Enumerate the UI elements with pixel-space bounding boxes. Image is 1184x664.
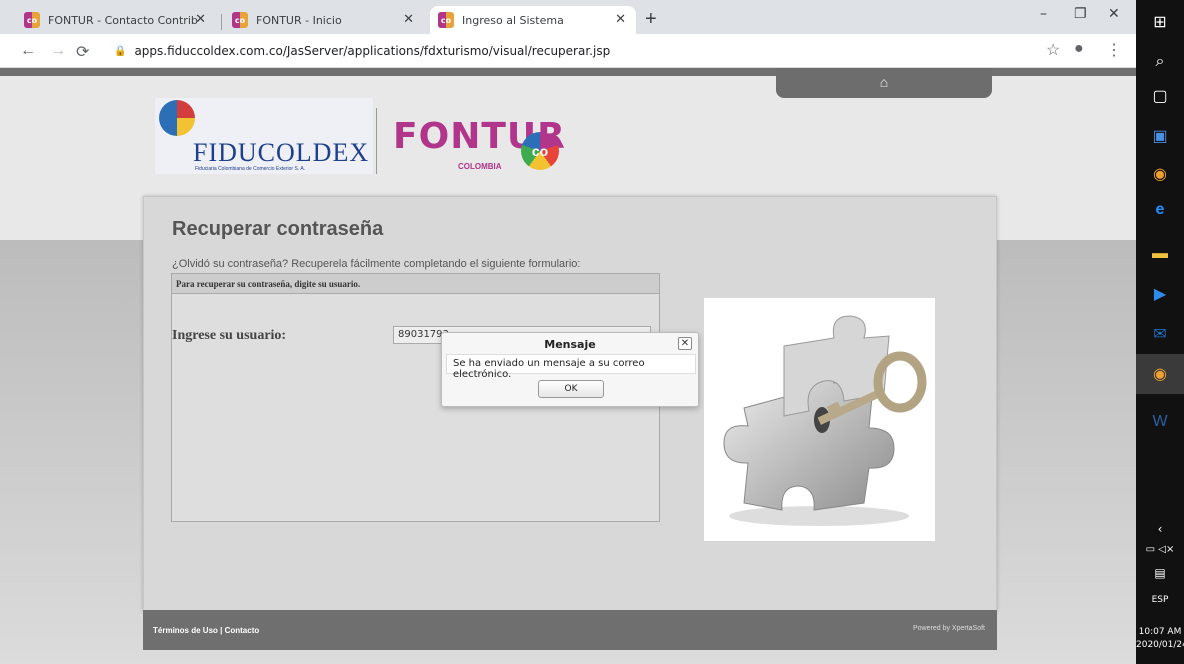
dialog-title: Mensaje — [544, 338, 596, 351]
back-arrow-icon[interactable]: ← — [20, 42, 36, 60]
word-icon[interactable]: W — [1148, 410, 1172, 434]
task-view-icon[interactable]: ▢ — [1148, 84, 1172, 108]
clock-date[interactable]: 2020/01/24 — [1136, 640, 1184, 650]
co-icon: co — [232, 12, 248, 28]
home-bar: ⌂ — [776, 68, 992, 98]
message-dialog: Mensaje ✕ Se ha enviado un mensaje a su … — [441, 332, 699, 407]
tab-close-icon[interactable]: ✕ — [403, 12, 414, 27]
fontur-sub: COLOMBIA — [458, 162, 502, 171]
chrome-icon[interactable]: ◉ — [1148, 162, 1172, 186]
footer-links[interactable]: Términos de Uso | Contacto — [153, 626, 259, 635]
file-explorer-icon[interactable]: ▬ — [1148, 242, 1172, 266]
co-icon: co — [438, 12, 454, 28]
minimize-button[interactable]: – — [1040, 6, 1047, 22]
tab-close-icon[interactable]: ✕ — [195, 12, 206, 27]
windows-start-icon[interactable]: ⊞ — [1148, 10, 1172, 34]
form-box-header: Para recuperar su contraseña, digite su … — [172, 274, 659, 294]
address-bar[interactable]: 🔒 apps.fiduccoldex.com.co/JasServer/appl… — [100, 37, 1120, 65]
tab-ingreso[interactable]: co Ingreso al Sistema ✕ — [430, 6, 636, 34]
language-indicator[interactable]: ESP — [1136, 595, 1184, 605]
windows-taskbar: ⊞ ⌕ ▢ ▣ ◉ e ▬ ▶ ✉ ◉ W ‹ ▭ ◁× ▤ ESP 10:07… — [1136, 0, 1184, 664]
fiduccoldex-logo: FIDUCOLDEX Fiduciaria Colombiana de Come… — [155, 98, 373, 174]
home-icon[interactable]: ⌂ — [880, 74, 888, 98]
menu-dots-icon[interactable]: ⋮ — [1106, 40, 1122, 60]
clock-time[interactable]: 10:07 AM — [1136, 627, 1184, 637]
fidu-mark-icon — [159, 100, 195, 136]
media-app-icon[interactable]: ▶ — [1148, 282, 1172, 306]
dialog-message: Se ha enviado un mensaje a su correo ele… — [446, 354, 696, 380]
url-text: apps.fiduccoldex.com.co/JasServer/applic… — [134, 44, 611, 58]
logo-divider — [376, 108, 377, 174]
puzzle-key-image — [704, 298, 935, 541]
powered-by: Powered by XpertaSoft — [913, 625, 985, 632]
restore-button[interactable]: ❐ — [1074, 6, 1087, 22]
ie-icon[interactable]: e — [1148, 198, 1172, 222]
forward-arrow-icon[interactable]: → — [50, 42, 66, 60]
bookmark-star-icon[interactable]: ☆ — [1046, 40, 1060, 60]
tab-title: Ingreso al Sistema — [462, 13, 564, 27]
new-tab-button[interactable]: + — [645, 8, 657, 31]
ok-button[interactable]: OK — [538, 380, 604, 398]
chrome-active-icon[interactable]: ◉ — [1148, 362, 1172, 386]
tab-divider — [221, 14, 222, 30]
outlook-icon[interactable]: ✉ — [1148, 322, 1172, 346]
intro-text: ¿Olvidó su contraseña? Recuperela fácilm… — [172, 258, 581, 270]
tab-title: FONTUR - Contacto Contribución — [48, 13, 198, 27]
user-label: Ingrese su usuario: — [172, 328, 287, 343]
profile-icon[interactable]: ● — [1074, 40, 1084, 58]
dialog-close-icon[interactable]: ✕ — [678, 337, 692, 350]
network-volume-icon[interactable]: ▭ ◁× — [1136, 544, 1184, 555]
chevron-left-icon[interactable]: ‹ — [1136, 522, 1184, 536]
tab-inicio[interactable]: co FONTUR - Inicio ✕ — [224, 6, 424, 34]
page-title: Recuperar contraseña — [172, 218, 384, 240]
lock-icon: 🔒 — [114, 45, 127, 57]
tab-title: FONTUR - Inicio — [256, 13, 342, 27]
co-icon: co — [24, 12, 40, 28]
close-window-button[interactable]: ✕ — [1108, 6, 1120, 22]
network-app-icon[interactable]: ▣ — [1148, 124, 1172, 148]
browser-toolbar: ← → ⟳ 🔒 apps.fiduccoldex.com.co/JasServe… — [0, 34, 1136, 68]
search-icon[interactable]: ⌕ — [1148, 50, 1172, 74]
page-footer: Términos de Uso | Contacto Powered by Xp… — [143, 610, 997, 650]
tab-strip: co FONTUR - Contacto Contribución ✕ co F… — [0, 0, 1136, 34]
tab-close-icon[interactable]: ✕ — [615, 12, 626, 27]
co-logo-icon: co — [521, 132, 559, 170]
notification-icon[interactable]: ▤ — [1136, 566, 1184, 580]
fidu-word: FIDUCOLDEX — [193, 138, 370, 167]
tab-contacto[interactable]: co FONTUR - Contacto Contribución ✕ — [16, 6, 216, 34]
fidu-sub: Fiduciaria Colombiana de Comercio Exteri… — [195, 166, 306, 172]
reload-icon[interactable]: ⟳ — [76, 42, 89, 62]
